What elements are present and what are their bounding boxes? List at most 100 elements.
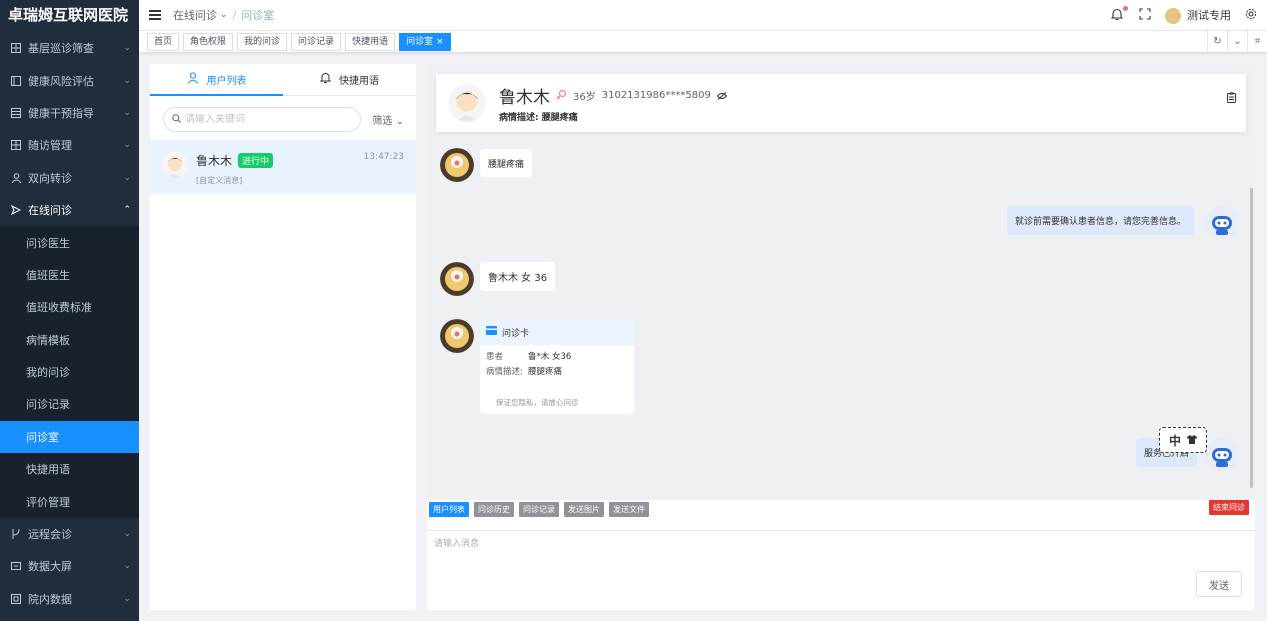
tab-phrases[interactable]: 快捷用语	[345, 32, 396, 51]
chevron-down-icon: ⌄	[123, 43, 131, 54]
sidebar-sub-reviews[interactable]: 评价管理	[0, 485, 139, 518]
bell-icon[interactable]	[1111, 6, 1128, 22]
sidebar-item-dashboard[interactable]: 数据大屏 ⌄	[0, 550, 139, 582]
sidebar-item-screening[interactable]: 基层巡诊筛查 ⌄	[0, 32, 139, 64]
message-bubble: 腰腿疼痛	[480, 149, 533, 177]
tags-view: 首页 角色权限 我的问诊 问诊记录 快捷用语 问诊室 × ↻ ⌄ ⌗	[139, 30, 1267, 53]
patient-name: 鲁木木	[499, 88, 550, 108]
sidebar-sub-records[interactable]: 问诊记录	[0, 388, 139, 421]
message-bubble: 鲁木木 女 36	[480, 262, 556, 291]
card-title: 问诊卡	[502, 328, 530, 339]
eye-off-icon[interactable]	[716, 89, 727, 103]
filter-dropdown[interactable]: 筛选 ⌄	[372, 112, 404, 127]
sidebar-sub-phrases[interactable]: 快捷用语	[0, 453, 139, 486]
sidebar-sub-doctors[interactable]: 问诊医生	[0, 226, 139, 259]
breadcrumb-item[interactable]: 在线问诊	[173, 7, 217, 23]
table-icon	[10, 107, 22, 119]
sidebar-sub-duty-doctors[interactable]: 值班医生	[0, 258, 139, 292]
sidebar-sub-fees[interactable]: 值班收费标准	[0, 291, 139, 324]
send-image-button[interactable]: 发送图片	[564, 502, 604, 517]
sidebar-item-referral[interactable]: 双向转诊 ⌄	[0, 162, 139, 194]
end-consult-button[interactable]: 结束问诊	[1209, 500, 1249, 515]
search-input[interactable]	[185, 114, 352, 125]
tab-consult-room[interactable]: 问诊室 ×	[399, 32, 451, 51]
tab-underline	[150, 94, 283, 96]
grid-icon	[10, 593, 22, 605]
user-list-button[interactable]: 用户列表	[429, 502, 469, 517]
user-menu[interactable]: 测试专用	[1165, 7, 1231, 24]
chevron-down-icon: ⌄	[123, 107, 131, 118]
sidebar-item-risk[interactable]: 健康风险评估 ⌄	[0, 64, 139, 96]
clipboard-icon[interactable]	[1227, 92, 1236, 106]
tab-my-consults[interactable]: 我的问诊	[237, 32, 288, 51]
message-input-area: 发送	[427, 530, 1255, 610]
sidebar-item-intervention[interactable]: 健康干预指导 ⌄	[0, 97, 139, 129]
tab-records[interactable]: 问诊记录	[291, 32, 342, 51]
user-icon	[187, 72, 199, 87]
chevron-down-icon[interactable]: ⌄	[1227, 30, 1247, 53]
chevron-up-icon: ⌃	[123, 205, 131, 216]
breadcrumb-item: 问诊室	[241, 9, 275, 22]
sidebar-item-hospital-data[interactable]: 院内数据 ⌄	[0, 583, 139, 615]
ime-indicator[interactable]: 中	[1159, 427, 1207, 453]
hamburger-icon[interactable]	[149, 10, 161, 20]
patient-age: 36岁	[573, 92, 596, 103]
card-value: 鲁*木 女36	[528, 352, 572, 362]
conversation-preview: [自定义消息]	[196, 176, 243, 185]
shirt-icon	[1187, 433, 1197, 447]
submenu-online-consult: 问诊医生 值班医生 值班收费标准 病情模板 我的问诊 问诊记录 问诊室 快捷用语…	[0, 226, 139, 518]
bell-icon	[319, 72, 332, 87]
refresh-icon[interactable]: ↻	[1207, 30, 1227, 53]
tab-home[interactable]: 首页	[147, 32, 180, 51]
patient-desc-label: 病情描述:	[499, 113, 539, 123]
sidebar-sub-consult-room[interactable]: 问诊室	[0, 420, 139, 454]
conversation-name: 鲁木木	[196, 154, 233, 168]
close-icon[interactable]: ×	[436, 37, 444, 47]
chevron-down-icon: ⌄	[123, 529, 131, 540]
tab-roles[interactable]: 角色权限	[183, 32, 234, 51]
avatar	[448, 84, 486, 122]
top-header: 在线问诊 ⌄ / 问诊室 测试专用	[139, 0, 1267, 31]
grid-icon	[10, 42, 22, 54]
chevron-down-icon: ⌄	[123, 172, 131, 183]
patient-avatar	[440, 148, 474, 182]
message-list[interactable]: 鲁木木 36岁 3102131986****5809 病情描述: 腰腿疼痛 腰腿…	[427, 64, 1255, 500]
records-button[interactable]: 问诊记录	[519, 502, 559, 517]
fullscreen-icon[interactable]	[1139, 7, 1151, 23]
tab-user-list[interactable]: 用户列表	[150, 64, 283, 95]
consult-card-message[interactable]: 问诊卡 患者 鲁*木 女36 病情描述: 腰腿疼痛 保证您隐私，请放心问诊	[480, 319, 634, 414]
history-button[interactable]: 问诊历史	[474, 502, 514, 517]
tab-quick-phrases[interactable]: 快捷用语	[283, 64, 416, 95]
chevron-down-icon: ⌄	[395, 116, 404, 127]
sidebar-sub-templates[interactable]: 病情模板	[0, 323, 139, 356]
card-footer: 保证您隐私，请放心问诊	[496, 398, 579, 407]
chat-panel: 鲁木木 36岁 3102131986****5809 病情描述: 腰腿疼痛 腰腿…	[427, 64, 1255, 610]
search-icon	[172, 113, 181, 126]
patient-avatar	[440, 319, 474, 353]
doc-icon	[10, 75, 22, 87]
scrollbar[interactable]	[1250, 188, 1253, 488]
chevron-down-icon: ⌄	[220, 10, 228, 20]
branch-icon	[10, 528, 22, 540]
chat-toolbar: 用户列表 问诊历史 问诊记录 发送图片 发送文件	[429, 502, 649, 517]
send-button[interactable]: 发送	[1196, 571, 1242, 597]
send-file-button[interactable]: 发送文件	[609, 502, 649, 517]
chevron-down-icon: ⌄	[123, 593, 131, 604]
breadcrumb: 在线问诊 ⌄ / 问诊室	[173, 7, 274, 23]
chevron-down-icon: ⌄	[123, 140, 131, 151]
message-bubble: 就诊前需要确认患者信息，请您完善信息。	[1007, 206, 1195, 235]
breadcrumb-separator: /	[232, 8, 237, 22]
gear-icon[interactable]	[1245, 8, 1257, 23]
avatar	[1165, 7, 1181, 24]
chevron-down-icon: ⌄	[123, 561, 131, 572]
sidebar-sub-my-consults[interactable]: 我的问诊	[0, 355, 139, 389]
card-label: 病情描述:	[486, 367, 523, 377]
conversation-item[interactable]: 鲁木木 进行中 [自定义消息] 13:47:23	[150, 140, 416, 194]
sidebar-item-online-consult[interactable]: 在线问诊 ⌃	[0, 194, 139, 226]
user-list-panel: 用户列表 快捷用语 筛选 ⌄ 鲁木木 进行中 [自定义消息] 13:47:23	[150, 64, 416, 610]
monitor-icon	[10, 560, 22, 572]
maximize-icon[interactable]: ⌗	[1247, 30, 1267, 53]
sidebar-item-followup[interactable]: 随访管理 ⌄	[0, 129, 139, 161]
message-input[interactable]	[427, 531, 1187, 571]
sidebar-item-remote[interactable]: 远程会诊 ⌄	[0, 518, 139, 550]
